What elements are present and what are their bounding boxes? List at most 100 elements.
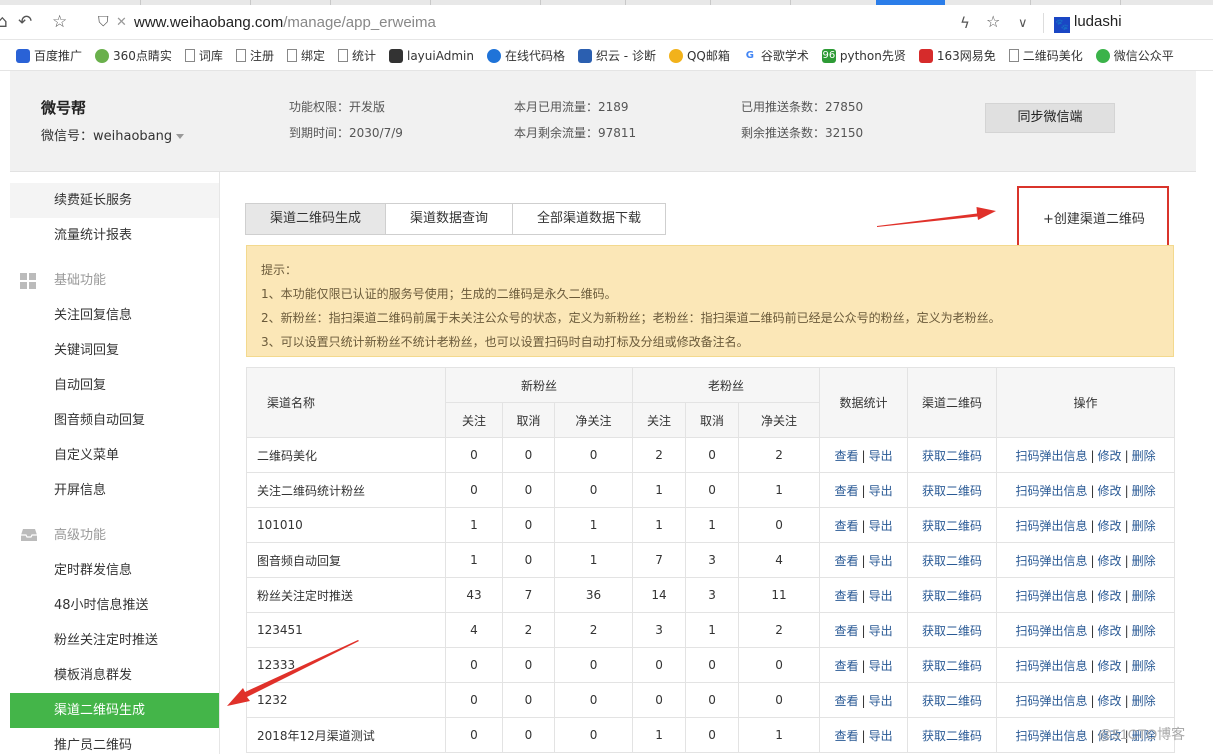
edit-link[interactable]: 修改 [1098,484,1122,498]
sidebar-item-channel-qr[interactable]: 渠道二维码生成 [10,693,219,728]
sidebar-item-follow-reply[interactable]: 关注回复信息 [10,298,219,333]
get-qr-link[interactable]: 获取二维码 [922,589,982,603]
delete-link[interactable]: 删除 [1132,659,1156,673]
delete-link[interactable]: 删除 [1132,554,1156,568]
get-qr-link[interactable]: 获取二维码 [922,729,982,743]
bookmark-item[interactable]: 96 python先贤 [821,47,906,64]
edit-link[interactable]: 修改 [1098,624,1122,638]
home-icon[interactable]: ⌂ [0,12,8,32]
delete-link[interactable]: 删除 [1132,519,1156,533]
edit-link[interactable]: 修改 [1098,519,1122,533]
sidebar-item-48h-push[interactable]: 48小时信息推送 [10,588,219,623]
delete-link[interactable]: 删除 [1132,624,1156,638]
bookmark-item[interactable]: layuiAdmin [388,48,474,63]
sidebar-item-custom-menu[interactable]: 自定义菜单 [10,438,219,473]
sidebar-item-follow-timed-push[interactable]: 粉丝关注定时推送 [10,623,219,658]
bookmark-item[interactable]: 二维码美化 [1008,47,1083,64]
export-link[interactable]: 导出 [869,484,893,498]
view-link[interactable]: 查看 [835,449,859,463]
view-link[interactable]: 查看 [835,624,859,638]
layui-icon [388,48,403,63]
undo-icon[interactable]: ↶ [18,12,32,32]
get-qr-link[interactable]: 获取二维码 [922,449,982,463]
scan-popup-link[interactable]: 扫码弹出信息 [1015,729,1087,743]
scan-popup-link[interactable]: 扫码弹出信息 [1015,694,1087,708]
chevron-down-icon[interactable]: ∨ [1018,16,1028,31]
star-icon[interactable]: ☆ [52,12,67,32]
bookmark-item[interactable]: 163网易免 [918,47,996,64]
view-link[interactable]: 查看 [835,519,859,533]
create-channel-qr-button[interactable]: +创建渠道二维码 [1043,208,1145,227]
delete-link[interactable]: 删除 [1132,694,1156,708]
view-link[interactable]: 查看 [835,694,859,708]
bookmark-star-icon[interactable]: ☆ [986,12,1000,31]
scan-popup-link[interactable]: 扫码弹出信息 [1015,484,1087,498]
sidebar-item-promoter-qr[interactable]: 推广员二维码 [10,728,219,754]
export-link[interactable]: 导出 [869,554,893,568]
bookmark-item[interactable]: 织云 - 诊断 [577,47,656,64]
tab-channel-qr-generate[interactable]: 渠道二维码生成 [245,203,387,235]
bookmark-item[interactable]: 微信公众平 [1095,47,1174,64]
get-qr-link[interactable]: 获取二维码 [922,659,982,673]
get-qr-link[interactable]: 获取二维码 [922,554,982,568]
delete-link[interactable]: 删除 [1132,589,1156,603]
get-qr-link[interactable]: 获取二维码 [922,624,982,638]
edit-link[interactable]: 修改 [1098,694,1122,708]
edit-link[interactable]: 修改 [1098,554,1122,568]
edit-link[interactable]: 修改 [1098,449,1122,463]
profile-button[interactable]: 🐾 ludashi [1054,13,1122,33]
sidebar-item-template-broadcast[interactable]: 模板消息群发 [10,658,219,693]
new-fans-value-cell: 0 [502,437,555,473]
wechat-id-selector[interactable]: 微信号：weihaobang [41,125,185,144]
sidebar-item-keyword-reply[interactable]: 关键词回复 [10,333,219,368]
bookmark-item[interactable]: G 谷歌学术 [742,47,809,64]
sidebar-item-splash-info[interactable]: 开屏信息 [10,473,219,508]
link-divider: | [1124,588,1129,603]
get-qr-link[interactable]: 获取二维码 [922,694,982,708]
scan-popup-link[interactable]: 扫码弹出信息 [1015,449,1087,463]
url-text[interactable]: www.weihaobang.com/manage/app_erweima [134,14,436,31]
bookmark-item[interactable]: 绑定 [286,47,325,64]
sync-wechat-button[interactable]: 同步微信端 [985,103,1115,133]
tab-channel-data-query[interactable]: 渠道数据查询 [385,203,514,235]
delete-link[interactable]: 删除 [1132,449,1156,463]
view-link[interactable]: 查看 [835,659,859,673]
sidebar-item-auto-reply[interactable]: 自动回复 [10,368,219,403]
bookmark-item[interactable]: 360点睛实 [95,47,172,64]
view-link[interactable]: 查看 [835,729,859,743]
163-icon [918,48,933,63]
scan-popup-link[interactable]: 扫码弹出信息 [1015,519,1087,533]
export-link[interactable]: 导出 [869,624,893,638]
scan-popup-link[interactable]: 扫码弹出信息 [1015,624,1087,638]
view-link[interactable]: 查看 [835,589,859,603]
sidebar-item-flow-report[interactable]: 流量统计报表 [10,218,219,253]
export-link[interactable]: 导出 [869,694,893,708]
bookmark-item[interactable]: 百度推广 [16,47,82,64]
scan-popup-link[interactable]: 扫码弹出信息 [1015,659,1087,673]
view-link[interactable]: 查看 [835,554,859,568]
export-link[interactable]: 导出 [869,589,893,603]
bookmark-item[interactable]: 在线代码格 [486,47,565,64]
export-link[interactable]: 导出 [869,519,893,533]
tab-download-all-data[interactable]: 全部渠道数据下载 [512,203,667,235]
sidebar-item-renew[interactable]: 续费延长服务 [10,183,219,218]
view-link[interactable]: 查看 [835,484,859,498]
get-qr-link[interactable]: 获取二维码 [922,519,982,533]
export-link[interactable]: 导出 [869,659,893,673]
export-link[interactable]: 导出 [869,449,893,463]
sidebar-item-media-auto-reply[interactable]: 图音频自动回复 [10,403,219,438]
bookmark-item[interactable]: QQ邮箱 [668,47,730,64]
export-link[interactable]: 导出 [869,729,893,743]
edit-link[interactable]: 修改 [1098,659,1122,673]
bookmark-item[interactable]: 词库 [184,47,223,64]
sidebar-item-scheduled-send[interactable]: 定时群发信息 [10,553,219,588]
lightning-icon[interactable]: ϟ [960,14,970,32]
scan-popup-link[interactable]: 扫码弹出信息 [1015,554,1087,568]
bookmark-item[interactable]: 统计 [337,47,376,64]
bookmark-item[interactable]: 注册 [235,47,274,64]
edit-link[interactable]: 修改 [1098,589,1122,603]
delete-link[interactable]: 删除 [1132,484,1156,498]
scan-popup-link[interactable]: 扫码弹出信息 [1015,589,1087,603]
shield-icon[interactable]: ⛉ [98,14,109,30]
get-qr-link[interactable]: 获取二维码 [922,484,982,498]
